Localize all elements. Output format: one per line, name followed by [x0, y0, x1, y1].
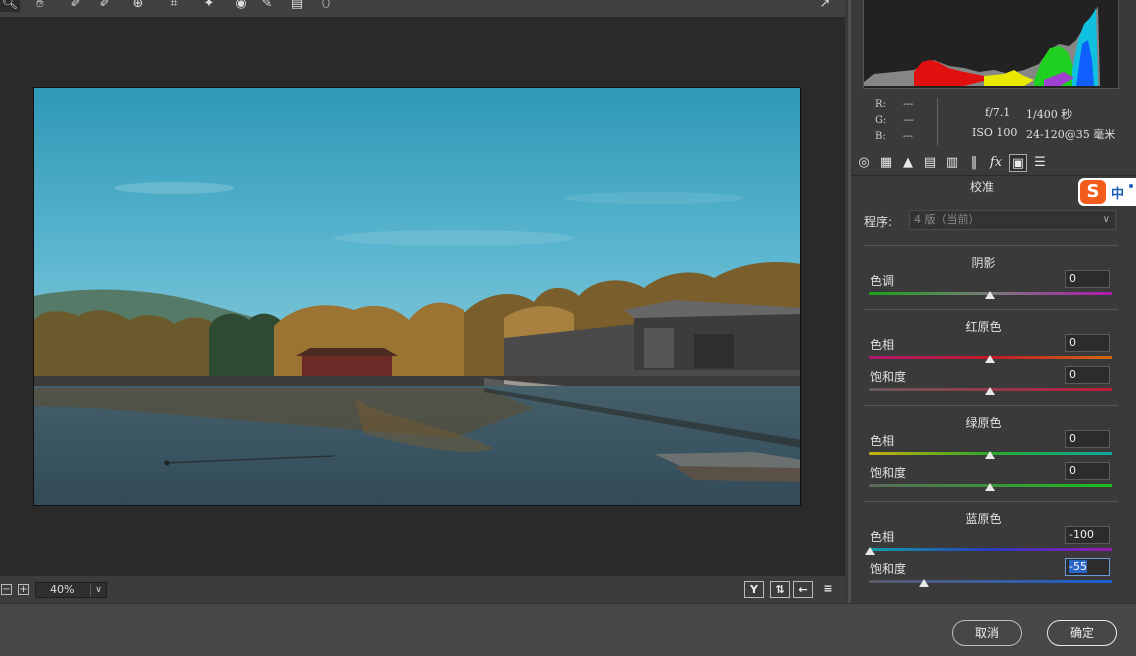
- green-hue-label: 色相: [870, 434, 895, 448]
- shadows-tint-label: 色调: [870, 274, 895, 288]
- swap-before-after-button[interactable]: ⇅: [770, 581, 790, 598]
- green-hue-input[interactable]: 0: [1065, 430, 1110, 448]
- zoom-level-select[interactable]: 40% ∨: [35, 582, 107, 598]
- dialog-footer: 取消 确定: [0, 603, 1136, 656]
- blue-hue-input[interactable]: -100: [1065, 526, 1110, 544]
- hand-tool-icon[interactable]: ✋︎: [30, 0, 50, 12]
- b-label: B:: [875, 131, 886, 142]
- canvas-status-bar: − + 40% ∨ Y ⇅ ← ≡: [0, 576, 845, 603]
- shadows-tint-thumb[interactable]: [985, 291, 995, 299]
- r-label: R:: [875, 99, 886, 110]
- green-hue-thumb[interactable]: [985, 451, 995, 459]
- crop-tool-icon[interactable]: ⌗: [164, 0, 184, 12]
- red-saturation-input[interactable]: 0: [1065, 366, 1110, 384]
- lens-corrections-tab-icon[interactable]: ‖: [965, 154, 983, 172]
- ok-button[interactable]: 确定: [1047, 620, 1117, 646]
- red-saturation-label: 饱和度: [870, 370, 907, 384]
- graduated-filter-tool-icon[interactable]: ▤: [287, 0, 307, 12]
- divider: [937, 98, 938, 145]
- cancel-button[interactable]: 取消: [952, 620, 1022, 646]
- blue-saturation-value: -55: [1069, 560, 1087, 573]
- blue-saturation-label: 饱和度: [870, 562, 907, 576]
- g-value: ---: [903, 115, 914, 126]
- blue-primary-header: 蓝原色: [965, 512, 1002, 526]
- color-sampler-tool-icon[interactable]: ✐: [95, 0, 115, 12]
- red-eye-tool-icon[interactable]: ◉: [231, 0, 251, 12]
- red-saturation-thumb[interactable]: [985, 387, 995, 395]
- green-saturation-input[interactable]: 0: [1065, 462, 1110, 480]
- divider: [864, 309, 1118, 310]
- process-version-select[interactable]: 4 版（当前） ∨: [909, 210, 1116, 230]
- shutter-value: 1/400 秒: [1026, 108, 1073, 121]
- split-toning-tab-icon[interactable]: ▥: [943, 154, 961, 172]
- hsl-tab-icon[interactable]: ▤: [921, 154, 939, 172]
- g-label: G:: [875, 115, 887, 126]
- red-primary-header: 红原色: [965, 320, 1002, 334]
- white-balance-tool-icon[interactable]: ✐: [66, 0, 86, 12]
- process-label: 程序:: [864, 215, 893, 229]
- preview-canvas[interactable]: [0, 17, 845, 576]
- panel-title: 校准: [969, 180, 994, 194]
- presets-tab-icon[interactable]: ☰: [1031, 154, 1049, 172]
- shadows-header: 阴影: [971, 256, 996, 270]
- dot-icon: [1129, 184, 1133, 188]
- blue-saturation-thumb[interactable]: [919, 579, 929, 587]
- before-after-views-button[interactable]: Y: [744, 581, 764, 598]
- input-method-badge[interactable]: S 中: [1078, 178, 1136, 206]
- green-primary-header: 绿原色: [965, 416, 1002, 430]
- histogram: [863, 0, 1119, 89]
- zoom-tool-icon[interactable]: 🔍︎: [0, 0, 20, 12]
- radial-filter-tool-icon[interactable]: ⬯: [316, 0, 336, 12]
- effects-tab-icon[interactable]: fx: [987, 154, 1005, 172]
- blue-saturation-input[interactable]: -55: [1065, 558, 1110, 576]
- adjustment-brush-tool-icon[interactable]: ✎: [257, 0, 277, 12]
- zoom-out-button[interactable]: −: [1, 584, 12, 595]
- green-saturation-label: 饱和度: [870, 466, 907, 480]
- spot-removal-tool-icon[interactable]: ✦: [199, 0, 219, 12]
- panel-tabs: ◎ ▦ ▲ ▤ ▥ ‖ fx ▣ ☰: [851, 150, 1136, 176]
- red-hue-label: 色相: [870, 338, 895, 352]
- detail-tab-icon[interactable]: ▲: [899, 154, 917, 172]
- calibration-tab-icon[interactable]: ▣: [1009, 154, 1027, 172]
- copy-settings-button[interactable]: ←: [793, 581, 813, 598]
- blue-hue-thumb[interactable]: [865, 547, 875, 555]
- lens-value: 24-120@35 毫米: [1026, 128, 1116, 141]
- red-hue-thumb[interactable]: [985, 355, 995, 363]
- ime-mode-label: 中: [1111, 187, 1125, 202]
- divider: [864, 245, 1118, 246]
- b-value: ---: [902, 131, 914, 142]
- targeted-adjustment-tool-icon[interactable]: ⊕: [128, 0, 148, 12]
- zoom-level-value: 40%: [50, 583, 75, 596]
- photo-preview: [33, 87, 801, 506]
- right-panel: R: --- G: --- B: --- f/7.1 1/400 秒 ISO 1…: [851, 0, 1136, 603]
- chevron-down-icon: ∨: [90, 583, 106, 597]
- toolbar: 🔍︎ ✋︎ ✐ ✐ ⊕ ⌗ ✦ ◉ ✎ ▤ ⬯ ↗: [0, 0, 845, 17]
- process-version-value: 4 版（当前）: [914, 213, 980, 226]
- iso-value: ISO 100: [972, 126, 1018, 139]
- camera-raw-dialog: 🔍︎ ✋︎ ✐ ✐ ⊕ ⌗ ✦ ◉ ✎ ▤ ⬯ ↗ − + 40% ∨ Y ⇅ …: [0, 0, 1136, 656]
- blue-hue-label: 色相: [870, 530, 895, 544]
- green-saturation-thumb[interactable]: [985, 483, 995, 491]
- aperture-value: f/7.1: [985, 106, 1011, 119]
- divider: [864, 405, 1118, 406]
- open-preferences-icon[interactable]: ↗: [815, 0, 835, 12]
- sogou-logo-icon: S: [1080, 180, 1106, 204]
- blue-saturation-slider[interactable]: [869, 580, 1112, 583]
- blue-hue-slider[interactable]: [869, 548, 1112, 551]
- r-value: ---: [903, 99, 914, 110]
- shadows-tint-input[interactable]: 0: [1065, 270, 1110, 288]
- camera-info: R: --- G: --- B: --- f/7.1 1/400 秒 ISO 1…: [851, 94, 1136, 149]
- basic-tab-icon[interactable]: ◎: [855, 154, 873, 172]
- toggle-defaults-icon[interactable]: ≡: [818, 581, 838, 598]
- tone-curve-tab-icon[interactable]: ▦: [877, 154, 895, 172]
- divider: [864, 501, 1118, 502]
- zoom-in-button[interactable]: +: [18, 584, 29, 595]
- chevron-down-icon: ∨: [1102, 214, 1110, 225]
- red-hue-input[interactable]: 0: [1065, 334, 1110, 352]
